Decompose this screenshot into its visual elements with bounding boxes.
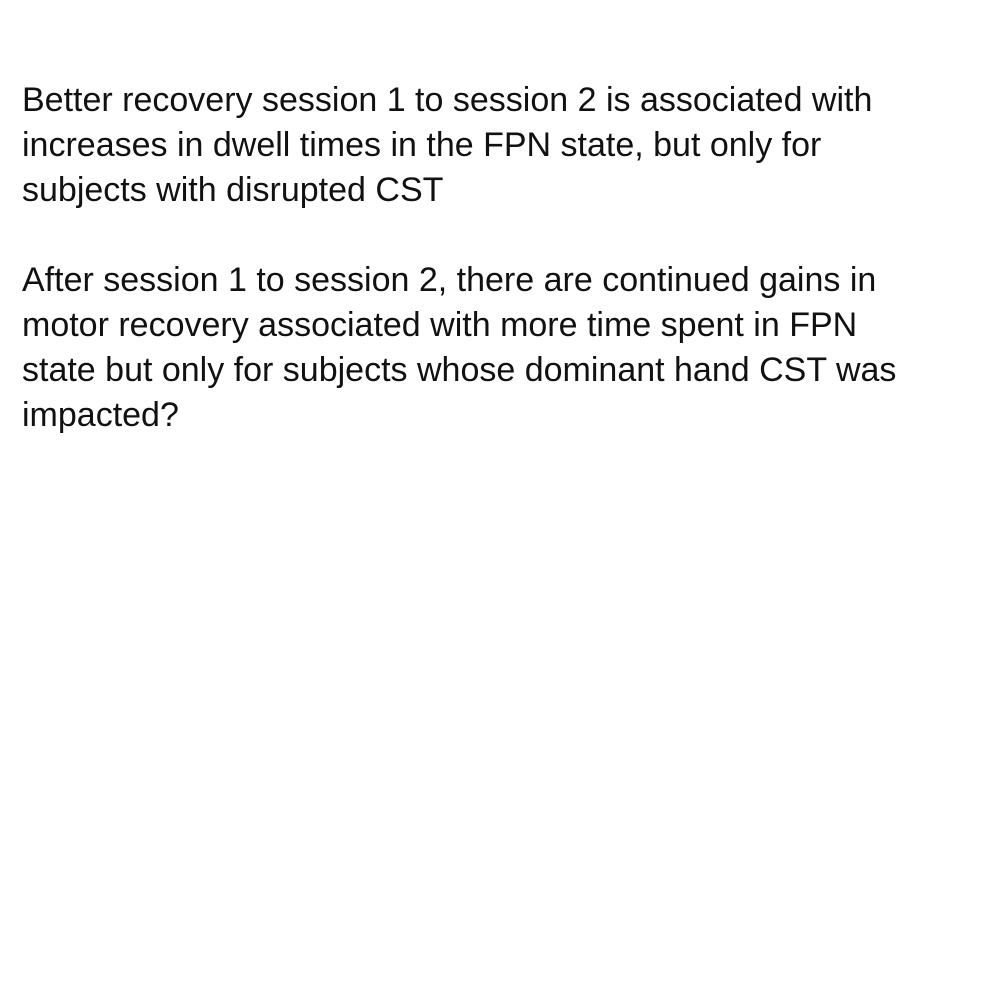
paragraph-line: subjects with disrupted CST [22, 171, 444, 209]
text-block: Better recovery session 1 to session 2 i… [22, 78, 982, 438]
paragraph-line: increases in dwell times in the FPN stat… [22, 126, 822, 164]
paragraph-observation: Better recovery session 1 to session 2 i… [22, 78, 982, 213]
paragraph-line: Better recovery session 1 to session 2 i… [22, 81, 873, 119]
paragraph-line: After session 1 to session 2, there are … [22, 261, 877, 299]
document-page: Better recovery session 1 to session 2 i… [0, 0, 1000, 1000]
paragraph-line: impacted? [22, 396, 179, 434]
paragraph-line: motor recovery associated with more time… [22, 306, 858, 344]
paragraph-question: After session 1 to session 2, there are … [22, 258, 982, 438]
paragraph-line: state but only for subjects whose domina… [22, 351, 897, 389]
